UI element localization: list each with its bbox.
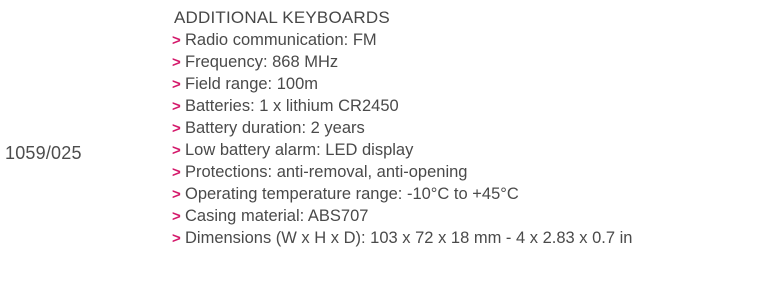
- chevron-right-icon: >: [172, 208, 181, 225]
- spec-item: > Dimensions (W x H x D): 103 x 72 x 18 …: [172, 227, 757, 249]
- chevron-right-icon: >: [172, 186, 181, 203]
- spec-item: > Field range: 100m: [172, 73, 757, 95]
- spec-item: > Radio communication: FM: [172, 29, 757, 51]
- section-title: ADDITIONAL KEYBOARDS: [174, 8, 390, 27]
- spec-item-text: Battery duration: 2 years: [185, 119, 365, 137]
- product-code: 1059/025: [5, 143, 82, 163]
- spec-item-text: Batteries: 1 x lithium CR2450: [185, 97, 399, 115]
- spec-item-text: Operating temperature range: -10°C to +4…: [185, 185, 519, 203]
- spec-item-text: Field range: 100m: [185, 75, 318, 93]
- spec-item: > Batteries: 1 x lithium CR2450: [172, 95, 757, 117]
- spec-item: > Frequency: 868 MHz: [172, 51, 757, 73]
- chevron-right-icon: >: [172, 98, 181, 115]
- chevron-right-icon: >: [172, 164, 181, 181]
- chevron-right-icon: >: [172, 54, 181, 71]
- chevron-right-icon: >: [172, 230, 181, 247]
- spec-item-text: Protections: anti-removal, anti-opening: [185, 163, 468, 181]
- chevron-right-icon: >: [172, 76, 181, 93]
- spec-item: > Operating temperature range: -10°C to …: [172, 183, 757, 205]
- spec-item-text: Radio communication: FM: [185, 31, 377, 49]
- spec-item-text: Dimensions (W x H x D): 103 x 72 x 18 mm…: [185, 229, 633, 247]
- chevron-right-icon: >: [172, 32, 181, 49]
- chevron-right-icon: >: [172, 120, 181, 137]
- spec-item-text: Low battery alarm: LED display: [185, 141, 414, 159]
- spec-item: > Low battery alarm: LED display: [172, 139, 757, 161]
- spec-item: > Casing material: ABS707: [172, 205, 757, 227]
- spec-list: > Radio communication: FM > Frequency: 8…: [172, 29, 757, 249]
- spec-item-text: Casing material: ABS707: [185, 207, 369, 225]
- spec-item: > Protections: anti-removal, anti-openin…: [172, 161, 757, 183]
- chevron-right-icon: >: [172, 142, 181, 159]
- spec-item-text: Frequency: 868 MHz: [185, 53, 339, 71]
- spec-item: > Battery duration: 2 years: [172, 117, 757, 139]
- spec-block: ADDITIONAL KEYBOARDS > Radio communicati…: [172, 7, 757, 249]
